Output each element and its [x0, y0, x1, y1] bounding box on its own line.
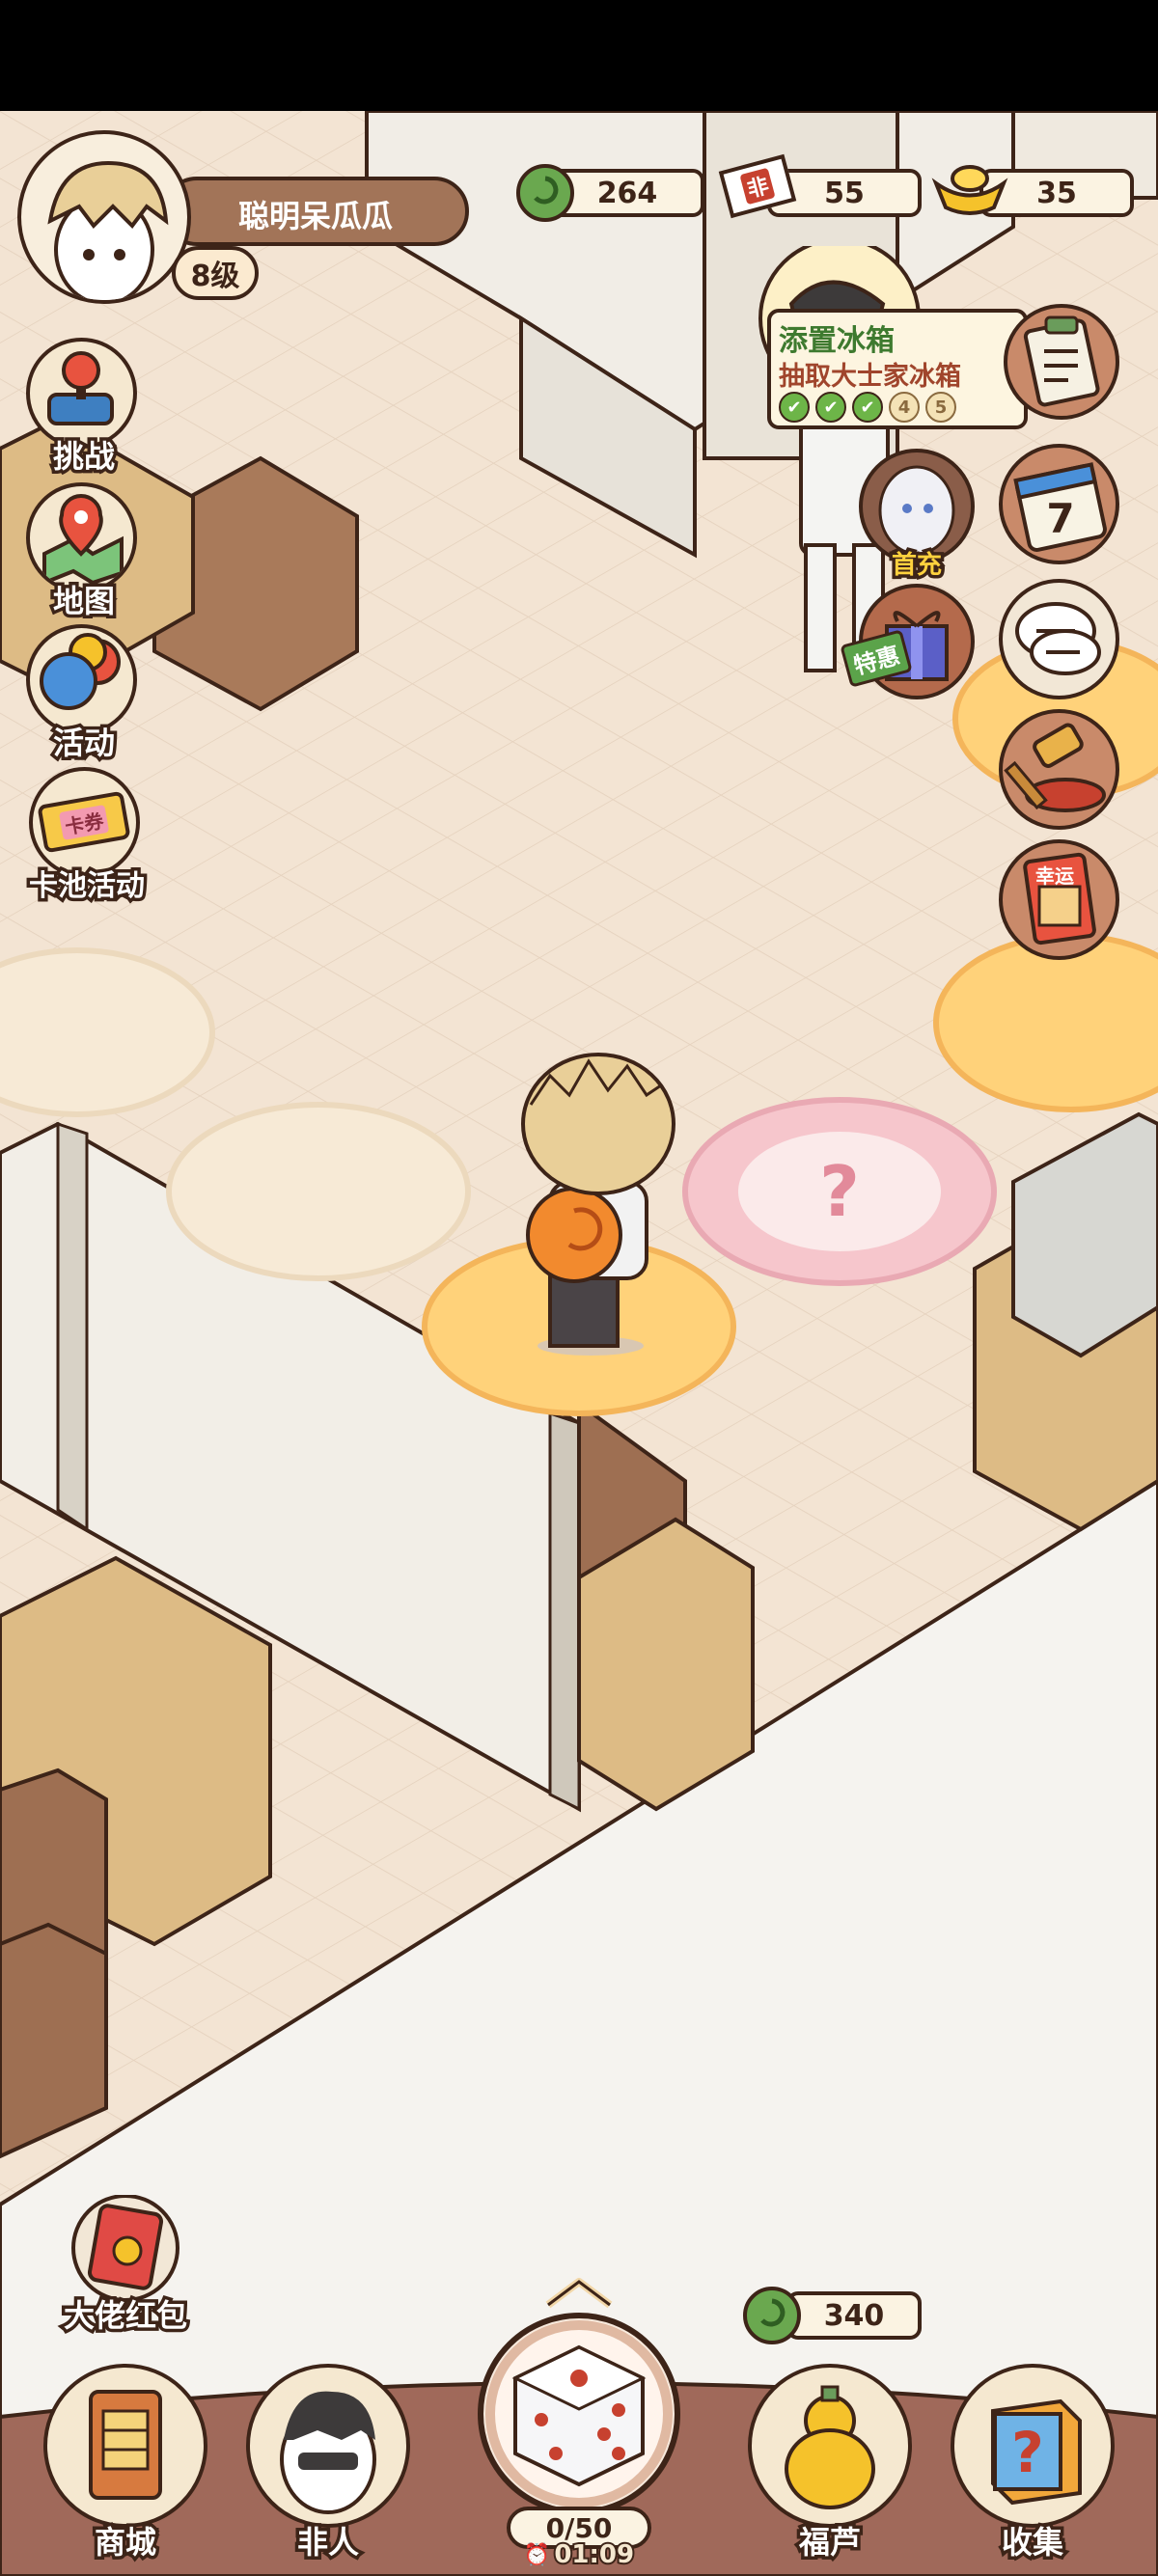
dice-icon [478, 2313, 680, 2515]
currency-gold[interactable]: 35 [931, 154, 1134, 227]
card-pool-button[interactable]: 卡券 卡池活动 [10, 767, 164, 907]
dice-roll-button[interactable]: 0/50 ⏰ 01:09 [473, 2272, 685, 2571]
red-envelope-icon [71, 2195, 179, 2301]
player-level: 8级 [190, 260, 240, 293]
nav-gourd[interactable]: 福芦 [743, 2364, 917, 2566]
lucky-card-button[interactable]: 幸运 [999, 839, 1119, 960]
challenge-label: 挑战 [49, 435, 118, 479]
question-tile-glyph: ? [819, 1151, 860, 1232]
task-step-4: 4 [889, 392, 920, 423]
player-card[interactable]: 聪明呆瓜瓜 8级 [17, 130, 471, 309]
task-title: 添置冰箱 [779, 324, 895, 358]
task-subtitle: 抽取大士家冰箱 [779, 362, 961, 392]
calendar-day-text: 7 [1046, 495, 1074, 542]
challenge-button[interactable]: 挑战 [21, 338, 147, 479]
task-step-2: ✔ [815, 392, 846, 423]
player-avatar[interactable] [17, 130, 191, 304]
chat-icon[interactable] [999, 579, 1119, 699]
task-step-3: ✔ [852, 392, 883, 423]
nav-character-label: 非人 [293, 2521, 362, 2564]
alarm-clock-icon: ⏰ [523, 2542, 551, 2567]
calendar-icon[interactable]: 7 [999, 444, 1119, 564]
lucky-card-icon [999, 839, 1119, 960]
bottom-currency[interactable]: 340 [738, 2282, 931, 2349]
first-recharge-label: 首充 [888, 548, 945, 584]
chevron-up-icon [545, 2278, 613, 2309]
currency-swirl[interactable]: 264 [511, 159, 704, 227]
first-recharge-button[interactable]: 首充 [854, 449, 979, 584]
bonus-red-envelope-button[interactable]: 大佬红包 [48, 2195, 203, 2340]
nav-collection-label: 收集 [998, 2521, 1066, 2564]
task-step-1: ✔ [779, 392, 810, 423]
game-scene: ? 聪明呆瓜瓜 8级 264 55 非 35 挑战 地图 活动 卡券 卡池活动 … [0, 111, 1158, 2576]
player-name-plate: 聪明呆瓜瓜 [162, 177, 469, 246]
card-pool-label: 卡池活动 [26, 866, 149, 907]
card-ticket-text: 卡券 [58, 804, 110, 840]
map-label: 地图 [49, 580, 118, 623]
fei-ticket-text: 非 [739, 167, 776, 206]
mystery-box-icon: ? [951, 2364, 1115, 2528]
shop-icon [43, 2364, 207, 2528]
gourd-icon [748, 2364, 912, 2528]
activity-button[interactable]: 活动 [21, 624, 147, 765]
dice-timer: ⏰ 01:09 [523, 2538, 636, 2571]
nav-shop[interactable]: 商城 [39, 2364, 212, 2566]
task-card[interactable]: 添置冰箱 抽取大士家冰箱 ✔ ✔ ✔ 4 5 [767, 309, 1028, 429]
green-swirl-icon [516, 164, 574, 222]
task-progress: ✔ ✔ ✔ 4 5 [779, 392, 956, 423]
auction-hammer-icon[interactable] [999, 709, 1119, 830]
player-character[interactable] [511, 1037, 685, 1356]
map-button[interactable]: 地图 [21, 482, 147, 623]
player-name: 聪明呆瓜瓜 [237, 198, 393, 234]
nav-gourd-label: 福芦 [795, 2521, 864, 2564]
nav-collection[interactable]: ? 收集 [946, 2364, 1119, 2566]
activity-label: 活动 [49, 722, 118, 765]
status-bar [0, 0, 1158, 111]
svg-text:?: ? [1011, 2420, 1044, 2485]
nav-shop-label: 商城 [91, 2521, 159, 2564]
currency-ticket[interactable]: 55 非 [714, 153, 922, 227]
task-step-5: 5 [925, 392, 956, 423]
player-level-badge: 8级 [172, 246, 259, 300]
lucky-card-label: 幸运 [1035, 864, 1074, 888]
special-offer-button[interactable]: 特惠 [840, 584, 979, 709]
bottom-currency-value: 340 [786, 2291, 922, 2340]
character-icon [246, 2364, 410, 2528]
nav-character[interactable]: 非人 [241, 2364, 415, 2566]
clipboard-icon[interactable] [1004, 304, 1119, 420]
dice-timer-text: 01:09 [552, 2538, 636, 2571]
gold-ingot-icon [931, 165, 1008, 215]
green-swirl-icon [743, 2287, 801, 2344]
